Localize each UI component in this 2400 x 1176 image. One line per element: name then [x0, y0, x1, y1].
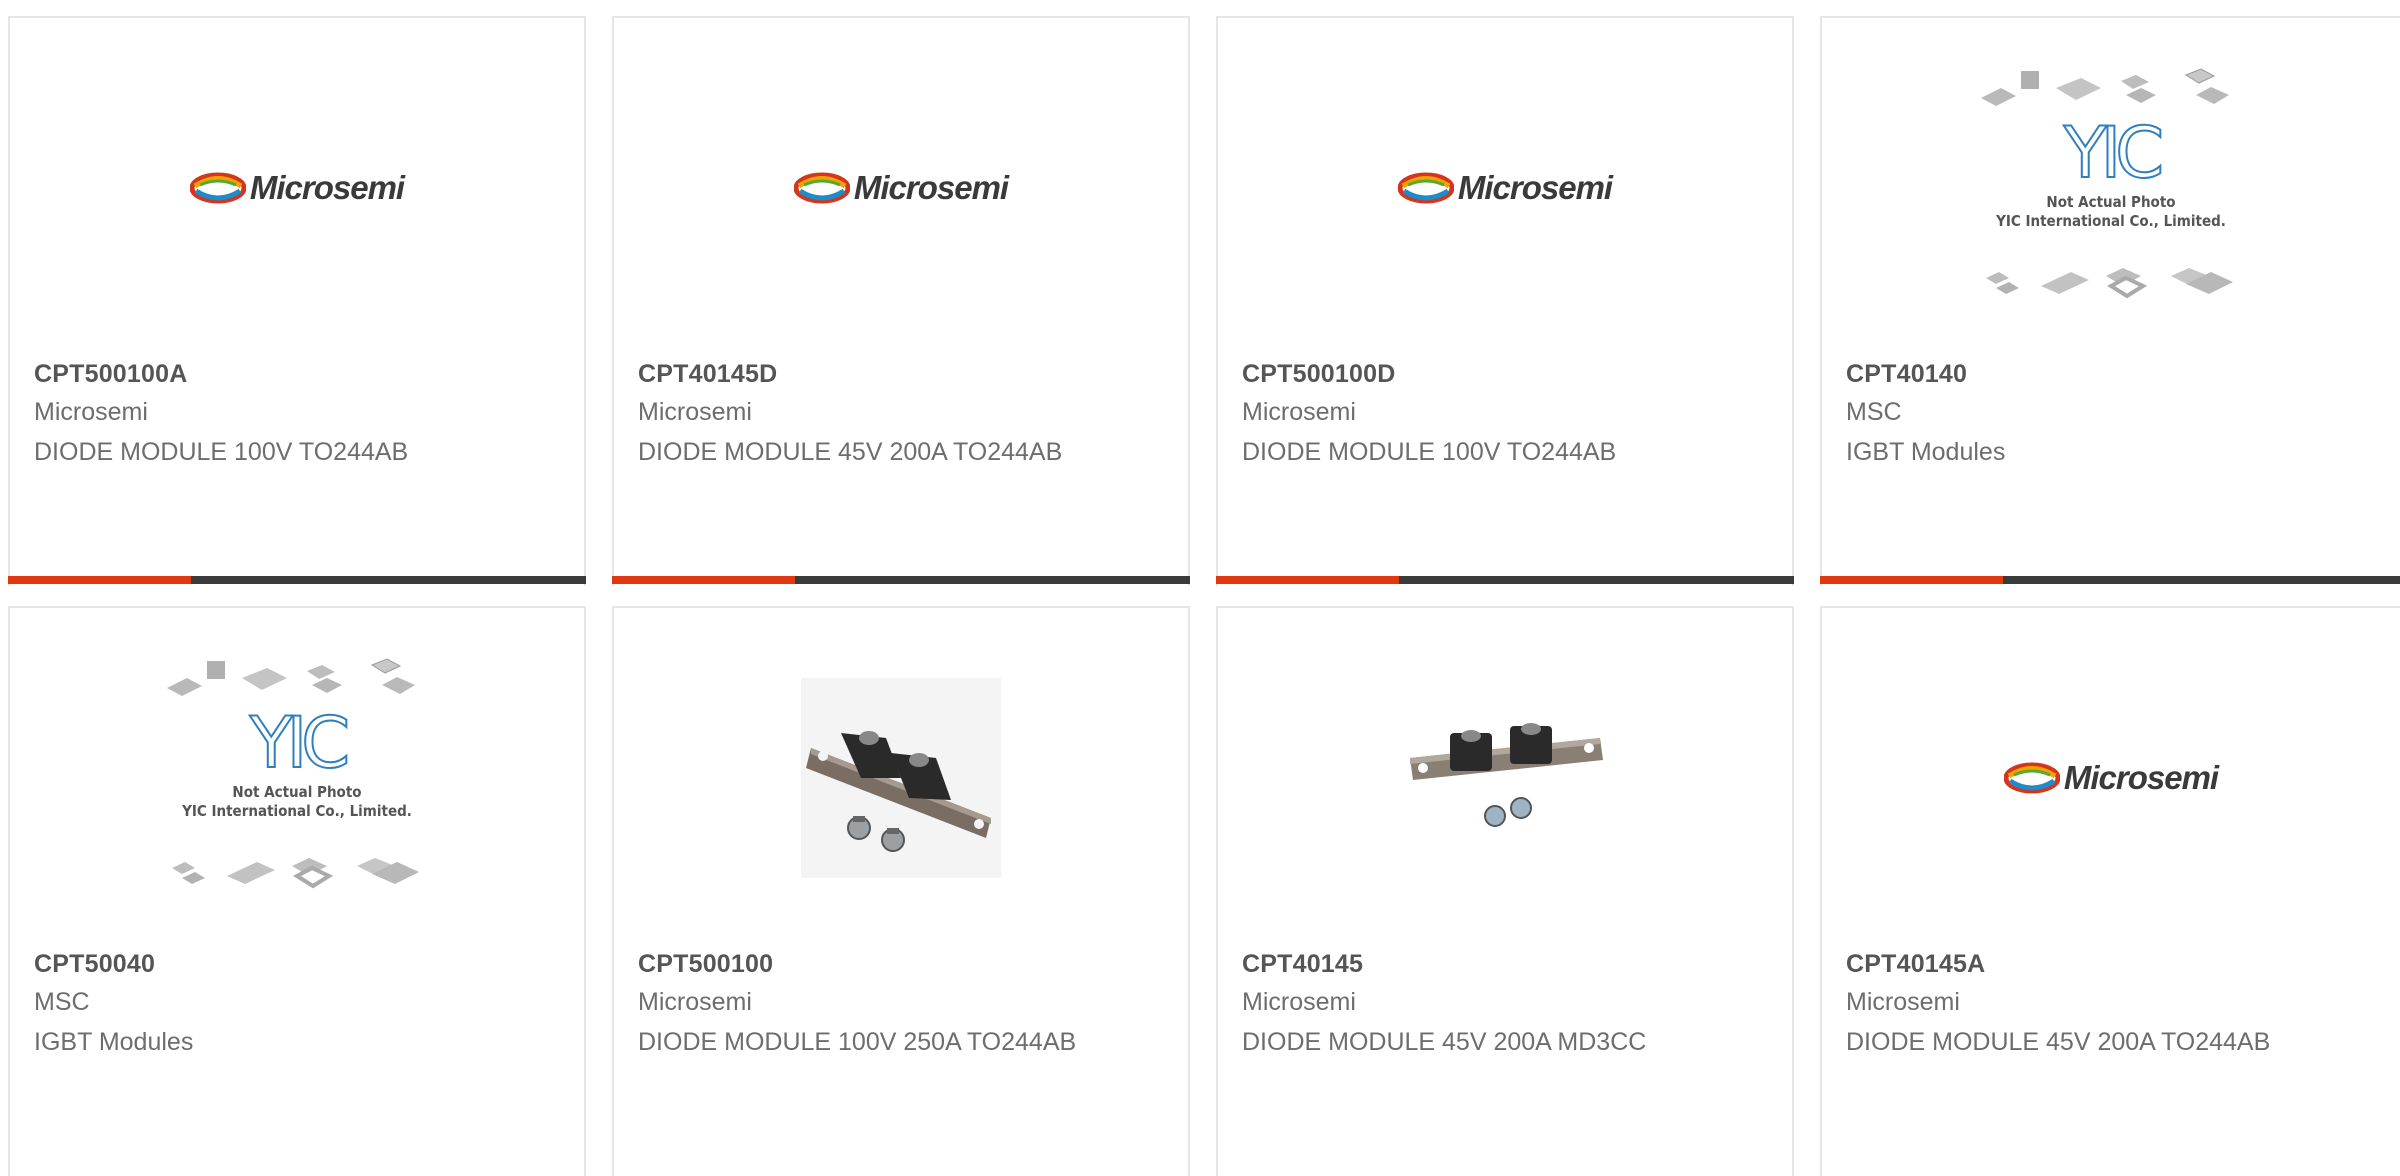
manufacturer: Microsemi [1242, 398, 1356, 426]
manufacturer: Microsemi [34, 398, 148, 426]
product-card[interactable]: Microsemi CPT40145D Microsemi DIODE MODU… [612, 16, 1190, 586]
part-number[interactable]: CPT40140 [1846, 360, 1967, 389]
part-number[interactable]: CPT40145A [1846, 950, 1985, 979]
card-bottom-bar [1820, 576, 2400, 584]
description: IGBT Modules [1846, 438, 2006, 466]
yic-placeholder-image: YIC Not Actual Photo YIC International C… [1971, 63, 2251, 313]
diode-module-photo [801, 678, 1001, 878]
manufacturer: Microsemi [1846, 988, 1960, 1016]
diode-module-photo [1410, 723, 1603, 827]
manufacturer: MSC [34, 988, 90, 1016]
description: DIODE MODULE 100V TO244AB [1242, 438, 1617, 466]
manufacturer: Microsemi [638, 398, 752, 426]
microsemi-logo: Microsemi [2003, 759, 2219, 797]
yic-placeholder-image: YIC Not Actual Photo YIC International C… [157, 653, 437, 903]
microsemi-logo: Microsemi [1397, 169, 1613, 207]
placeholder-note: Not Actual Photo YIC International Co., … [182, 783, 412, 820]
product-card[interactable]: YIC Not Actual Photo YIC International C… [8, 606, 586, 1176]
product-card[interactable]: YIC Not Actual Photo YIC International C… [1820, 16, 2400, 586]
logo-text: Microsemi [1457, 169, 1613, 206]
description: DIODE MODULE 45V 200A TO244AB [1846, 1028, 2271, 1056]
chip-graphics-icon [167, 658, 415, 696]
microsemi-swirl-icon [189, 172, 246, 204]
description: DIODE MODULE 45V 200A MD3CC [1242, 1028, 1647, 1056]
part-number[interactable]: CPT40145D [638, 360, 777, 389]
microsemi-logo: Microsemi [793, 169, 1009, 207]
microsemi-swirl-icon [1397, 172, 1454, 204]
product-card[interactable]: CPT40145 Microsemi DIODE MODULE 45V 200A… [1216, 606, 1794, 1176]
product-image[interactable]: Microsemi [1218, 18, 1792, 358]
logo-text: Microsemi [2063, 759, 2219, 796]
part-number[interactable]: CPT40145 [1242, 950, 1363, 979]
product-image[interactable]: Microsemi [1822, 608, 2400, 948]
manufacturer: Microsemi [1242, 988, 1356, 1016]
product-card[interactable]: Microsemi CPT500100A Microsemi DIODE MOD… [8, 16, 586, 586]
chip-graphics-icon [1986, 268, 2233, 299]
description: DIODE MODULE 100V TO244AB [34, 438, 409, 466]
part-number[interactable]: CPT500100A [34, 360, 187, 389]
part-number[interactable]: CPT500100 [638, 950, 773, 979]
manufacturer: Microsemi [638, 988, 752, 1016]
product-image[interactable] [614, 608, 1188, 948]
chip-graphics-icon [1981, 68, 2229, 106]
part-number[interactable]: CPT500100D [1242, 360, 1395, 389]
chip-graphics-icon [172, 858, 419, 889]
description: DIODE MODULE 100V 250A TO244AB [638, 1028, 1077, 1056]
product-image[interactable]: Microsemi [10, 18, 584, 358]
card-bottom-bar [1216, 576, 1794, 584]
logo-text: Microsemi [853, 169, 1009, 206]
product-card[interactable]: CPT500100 Microsemi DIODE MODULE 100V 25… [612, 606, 1190, 1176]
product-card[interactable]: Microsemi CPT500100D Microsemi DIODE MOD… [1216, 16, 1794, 586]
product-image[interactable]: YIC Not Actual Photo YIC International C… [1822, 18, 2400, 358]
yic-logo: YIC [2063, 112, 2165, 194]
description: DIODE MODULE 45V 200A TO244AB [638, 438, 1063, 466]
microsemi-swirl-icon [2003, 762, 2060, 794]
placeholder-note: Not Actual Photo YIC International Co., … [1996, 193, 2226, 230]
card-bottom-bar [8, 576, 586, 584]
product-image[interactable] [1218, 608, 1792, 948]
product-image[interactable]: YIC Not Actual Photo YIC International C… [10, 608, 584, 948]
logo-text: Microsemi [249, 169, 405, 206]
card-bottom-bar [612, 576, 1190, 584]
product-image[interactable]: Microsemi [614, 18, 1188, 358]
part-number[interactable]: CPT50040 [34, 950, 155, 979]
microsemi-swirl-icon [793, 172, 850, 204]
manufacturer: MSC [1846, 398, 1902, 426]
yic-logo: YIC [249, 702, 351, 784]
microsemi-logo: Microsemi [189, 169, 405, 207]
description: IGBT Modules [34, 1028, 194, 1056]
product-card[interactable]: Microsemi CPT40145A Microsemi DIODE MODU… [1820, 606, 2400, 1176]
